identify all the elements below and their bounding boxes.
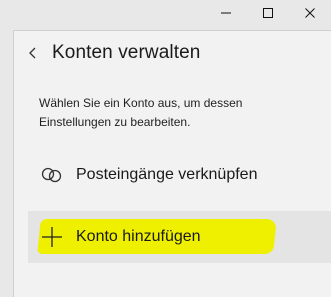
page-title: Konten verwalten xyxy=(52,42,201,63)
manage-accounts-panel: Konten verwalten Wählen Sie ein Konto au… xyxy=(13,30,331,297)
window-controls xyxy=(205,0,331,26)
link-inboxes-item[interactable]: Posteingänge verknüpfen xyxy=(28,156,331,194)
link-inboxes-label: Posteingänge verknüpfen xyxy=(76,166,258,183)
maximize-icon xyxy=(263,8,273,18)
minimize-icon xyxy=(221,12,231,14)
chevron-left-icon xyxy=(29,47,36,59)
link-icon xyxy=(28,166,76,184)
close-icon xyxy=(305,8,315,18)
back-button[interactable] xyxy=(14,31,52,75)
minimize-button[interactable] xyxy=(205,0,247,26)
add-account-item[interactable]: Konto hinzufügen xyxy=(28,211,331,263)
plus-icon xyxy=(28,226,76,248)
maximize-button[interactable] xyxy=(247,0,289,26)
close-button[interactable] xyxy=(289,0,331,26)
panel-header: Konten verwalten xyxy=(14,31,331,75)
description-text: Wählen Sie ein Konto aus, um dessen Eins… xyxy=(39,96,243,129)
add-account-label: Konto hinzufügen xyxy=(76,228,201,245)
